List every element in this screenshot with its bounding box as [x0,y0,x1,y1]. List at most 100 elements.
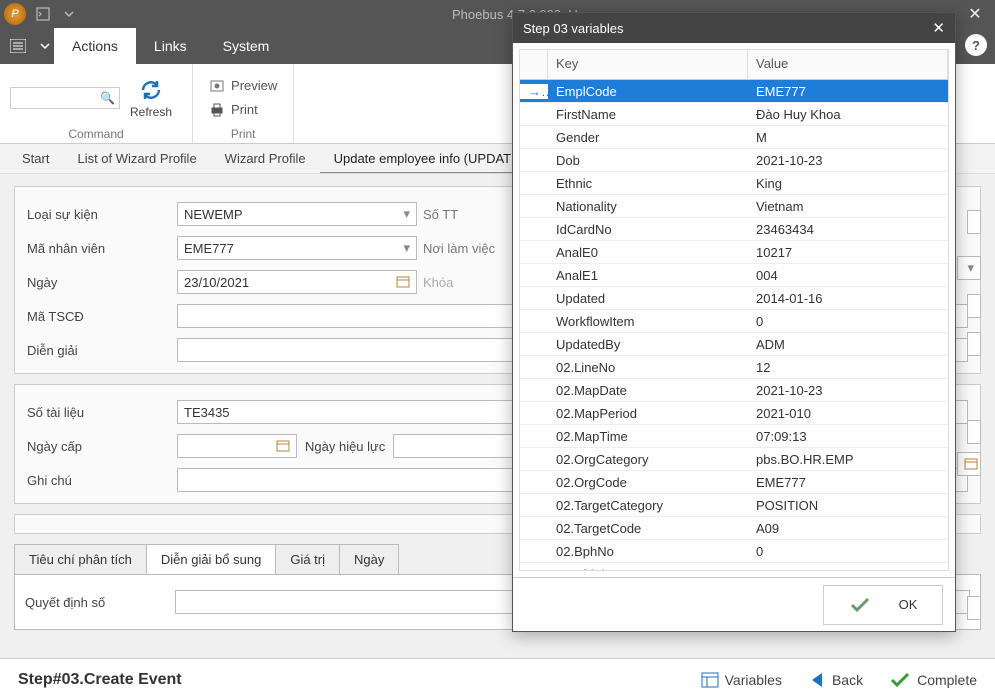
menu-dropdown-icon[interactable] [36,28,54,64]
cell-value: 2014-01-16 [748,291,948,306]
chevron-down-icon[interactable]: ▾ [403,206,410,222]
table-row[interactable]: 02.OrgCategorypbs.BO.HR.EMP [520,448,948,471]
cell-value: 07:09:13 [748,429,948,444]
cell-value: 23463434 [748,222,948,237]
cell-value: 2021-10-23 [748,153,948,168]
cell-key: 02.PfdId [548,567,748,571]
label-workplace: Nơi làm việc [423,241,523,256]
table-row[interactable]: WorkflowItem0 [520,310,948,333]
subtab-extra-desc[interactable]: Diễn giải bổ sung [147,545,276,574]
cell-value: EME777 [748,475,948,490]
command-search-input[interactable]: 🔍 [10,87,120,109]
complete-button[interactable]: Complete [889,671,977,689]
dialog-table-header: Key Value [520,50,948,80]
tab-actions[interactable]: Actions [54,28,136,64]
label-seq: Số TT [423,207,523,222]
dialog-titlebar[interactable]: Step 03 variables ✕ [513,13,955,43]
variables-button[interactable]: Variables [701,672,782,688]
cell-value: Vietnam [748,199,948,214]
cell-value: EME777 [748,84,948,99]
cell-key: FirstName [548,107,748,122]
field-right-3[interactable] [967,294,981,318]
table-row[interactable]: 02.OrgCodeEME777 [520,471,948,494]
back-button[interactable]: Back [808,671,863,689]
cell-key: 02.MapTime [548,429,748,444]
subtab-value[interactable]: Giá trị [276,545,340,574]
cell-value: 2021-010 [748,406,948,421]
console-icon[interactable] [32,3,54,25]
cell-key: Dob [548,153,748,168]
field-right-5[interactable] [967,420,981,444]
qat-dropdown-icon[interactable] [58,3,80,25]
print-button[interactable]: Print [203,98,283,122]
table-row[interactable]: Updated2014-01-16 [520,287,948,310]
table-row[interactable]: EthnicKing [520,172,948,195]
field-right-4[interactable] [967,332,981,356]
step-label: Step#03.Create Event [18,671,182,689]
field-eff-date[interactable] [393,434,513,458]
table-row[interactable]: Dob2021-10-23 [520,149,948,172]
table-row[interactable]: FirstNameĐào Huy Khoa [520,103,948,126]
label-date: Ngày [27,275,177,290]
table-row[interactable]: GenderM [520,126,948,149]
table-row[interactable]: 02.LineNo12 [520,356,948,379]
label-decision-no: Quyết định số [25,595,175,610]
table-row[interactable]: 02.TargetCodeA09 [520,517,948,540]
table-row[interactable]: →EmplCodeEME777 [520,80,948,103]
help-icon[interactable]: ? [965,34,987,56]
table-row[interactable]: AnalE010217 [520,241,948,264]
col-key[interactable]: Key [548,50,748,79]
table-row[interactable]: 02.MapPeriod2021-010 [520,402,948,425]
cell-value: pbs.BO.HR.EMP [748,452,948,467]
dialog-close-icon[interactable]: ✕ [932,19,945,37]
table-row[interactable]: 02.MapDate2021-10-23 [520,379,948,402]
cell-key: 02.TargetCode [548,521,748,536]
field-event-type[interactable]: NEWEMP ▾ [177,202,417,226]
table-row[interactable]: 02.TargetCategoryPOSITION [520,494,948,517]
window-close-button[interactable]: ✕ [955,0,995,28]
field-emp-code[interactable]: EME777 ▾ [177,236,417,260]
tab-links[interactable]: Links [136,28,205,64]
label-issue-date: Ngày cấp [27,439,177,454]
field-right-2[interactable]: ▾ [957,256,981,280]
tab-system[interactable]: System [205,28,288,64]
field-issue-date[interactable] [177,434,297,458]
refresh-button[interactable]: Refresh [120,73,182,123]
subtab-analysis[interactable]: Tiêu chí phân tích [15,545,147,574]
table-row[interactable]: 02.BphNo0 [520,540,948,563]
table-row[interactable]: NationalityVietnam [520,195,948,218]
calendar-icon[interactable] [964,456,978,473]
cell-key: 02.MapDate [548,383,748,398]
calendar-icon[interactable] [276,438,290,455]
hamburger-icon[interactable] [0,28,36,64]
table-row[interactable]: 02.MapTime07:09:13 [520,425,948,448]
ok-button[interactable]: OK [823,585,943,625]
table-row[interactable]: AnalE1004 [520,264,948,287]
field-right-6[interactable] [957,452,981,476]
crumb-wizard-profile[interactable]: Wizard Profile [211,145,320,172]
calendar-icon[interactable] [396,274,410,291]
cell-value: 12 [748,360,948,375]
label-eff-date: Ngày hiệu lực [305,439,385,454]
chevron-down-icon[interactable]: ▾ [967,260,974,276]
label-lock: Khóa [423,275,523,290]
label-doc-no: Số tài liệu [27,405,177,420]
crumb-start[interactable]: Start [8,145,63,172]
field-date[interactable]: 23/10/2021 [177,270,417,294]
field-right-7[interactable] [967,596,981,620]
subtab-date[interactable]: Ngày [340,545,398,574]
label-desc: Diễn giải [27,343,177,358]
crumb-wizard-list[interactable]: List of Wizard Profile [63,145,210,172]
table-row[interactable]: 02.PfdId0 [520,563,948,570]
cell-key: EmplCode [548,84,748,99]
dialog-rows[interactable]: →EmplCodeEME777FirstNameĐào Huy KhoaGend… [520,80,948,570]
table-row[interactable]: IdCardNo23463434 [520,218,948,241]
table-row[interactable]: UpdatedByADM [520,333,948,356]
preview-button[interactable]: Preview [203,74,283,98]
chevron-down-icon[interactable]: ▾ [403,240,410,256]
col-value[interactable]: Value [748,50,948,79]
cell-key: 02.MapPeriod [548,406,748,421]
field-right-1[interactable] [967,210,981,234]
cell-value: 0 [748,544,948,559]
cell-key: 02.BphNo [548,544,748,559]
